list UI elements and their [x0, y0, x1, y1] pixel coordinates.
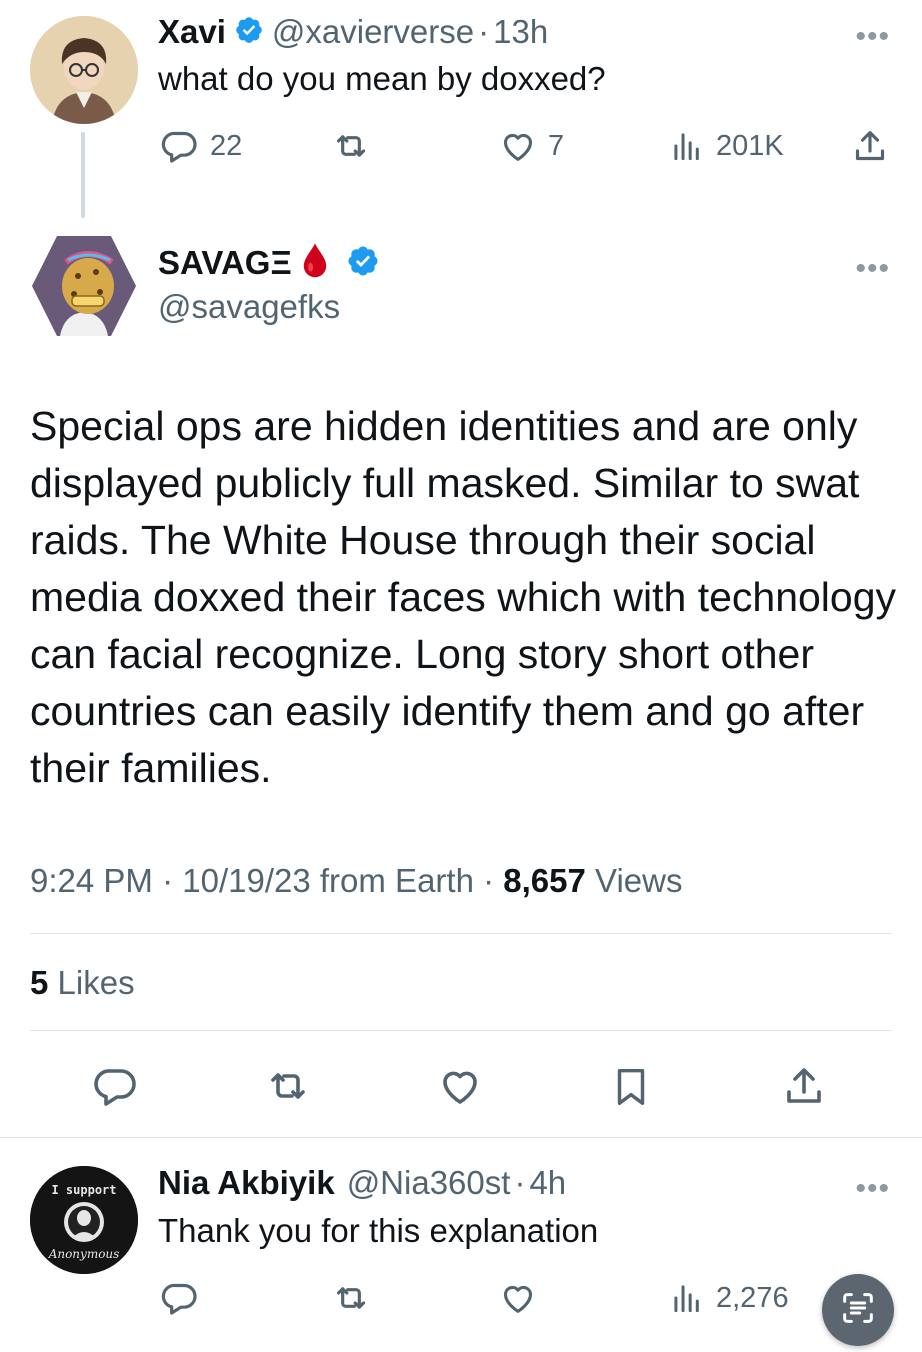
blood-drop-icon — [300, 241, 330, 286]
like-button[interactable] — [498, 1278, 538, 1318]
tweet-time[interactable]: 4h — [529, 1164, 566, 1202]
author-name[interactable]: Xavi — [158, 13, 226, 51]
more-icon[interactable]: ••• — [855, 1174, 890, 1204]
more-icon[interactable]: ••• — [855, 254, 890, 284]
reader-icon — [838, 1288, 878, 1333]
author-name[interactable]: Nia Akbiyik — [158, 1164, 335, 1202]
views-icon — [668, 126, 706, 166]
views-label: Views — [595, 862, 683, 899]
more-icon[interactable]: ••• — [855, 22, 890, 52]
separator-dot: · — [162, 862, 174, 899]
author-handle[interactable]: @savagefks — [158, 288, 340, 326]
likes-summary[interactable]: 5 Likes — [30, 964, 135, 1002]
views-button[interactable]: 2,276 — [668, 1278, 789, 1318]
divider — [0, 1137, 922, 1138]
avatar-text-bottom: Anonymous — [48, 1247, 120, 1261]
views-button[interactable]: 201K — [668, 126, 784, 166]
views-count: 201K — [716, 129, 784, 162]
tweet1-header: Xavi @xavierverse · 13h — [158, 12, 548, 52]
retweet-button[interactable] — [330, 126, 372, 166]
share-button[interactable] — [850, 126, 890, 166]
like-button[interactable] — [436, 1062, 484, 1115]
like-icon — [498, 126, 538, 166]
avatar-text-top: I support — [51, 1183, 116, 1197]
reply-icon — [160, 126, 200, 166]
reply-count: 22 — [210, 129, 243, 162]
tweet-meta: 9:24 PM · 10/19/23 from Earth · 8,657 Vi… — [30, 862, 682, 900]
reply-icon — [92, 1069, 140, 1114]
separator-dot: · — [514, 1164, 526, 1201]
verified-badge-icon — [234, 15, 264, 50]
divider — [30, 1030, 892, 1031]
avatar-xavi[interactable] — [30, 16, 138, 124]
author-handle[interactable]: @Nia360st — [347, 1164, 511, 1202]
like-button[interactable]: 7 — [498, 126, 564, 166]
tweet-text: Thank you for this explanation — [158, 1212, 599, 1249]
retweet-button[interactable] — [262, 1062, 314, 1115]
share-icon — [780, 1068, 828, 1114]
views-count: 8,657 — [503, 862, 586, 899]
views-count: 2,276 — [716, 1281, 789, 1314]
views-icon — [668, 1278, 706, 1318]
thread-line — [81, 132, 85, 218]
reply-button[interactable] — [160, 1278, 200, 1318]
like-icon — [436, 1071, 484, 1114]
share-button[interactable] — [780, 1062, 828, 1115]
tweet-source: from Earth — [319, 862, 474, 899]
reader-button[interactable] — [822, 1274, 894, 1346]
likes-label: Likes — [57, 964, 135, 1001]
tweet2-header: SAVAGΞ — [158, 242, 380, 284]
tweet-time[interactable]: 9:24 PM — [30, 862, 153, 899]
reply-button[interactable]: 22 — [160, 126, 242, 166]
bookmark-icon — [608, 1068, 654, 1116]
retweet-button[interactable] — [330, 1278, 372, 1318]
tweet-text: what do you mean by doxxed? — [158, 60, 606, 97]
share-icon — [850, 126, 890, 166]
tweet-time[interactable]: 13h — [493, 13, 548, 51]
reply-icon — [160, 1278, 200, 1318]
separator-dot: · — [483, 862, 495, 899]
divider — [30, 933, 892, 934]
author-name[interactable]: SAVAGΞ — [158, 244, 292, 282]
author-handle[interactable]: @xavierverse — [272, 13, 474, 51]
separator-dot: · — [478, 13, 490, 50]
tweet3-header: Nia Akbiyik @Nia360st · 4h — [158, 1162, 566, 1204]
like-icon — [498, 1278, 538, 1318]
reply-button[interactable] — [92, 1062, 140, 1115]
bookmark-button[interactable] — [608, 1062, 654, 1117]
retweet-icon — [330, 1278, 372, 1318]
like-count: 7 — [548, 129, 565, 162]
avatar-savage[interactable] — [30, 232, 138, 340]
tweet-text: Special ops are hidden identities and ar… — [30, 403, 897, 791]
retweet-icon — [262, 1073, 314, 1114]
retweet-icon — [330, 126, 372, 166]
tweet-date[interactable]: 10/19/23 — [182, 862, 310, 899]
avatar-nia[interactable]: I support Anonymous — [30, 1166, 138, 1274]
likes-count: 5 — [30, 964, 49, 1001]
verified-badge-icon — [346, 244, 380, 283]
